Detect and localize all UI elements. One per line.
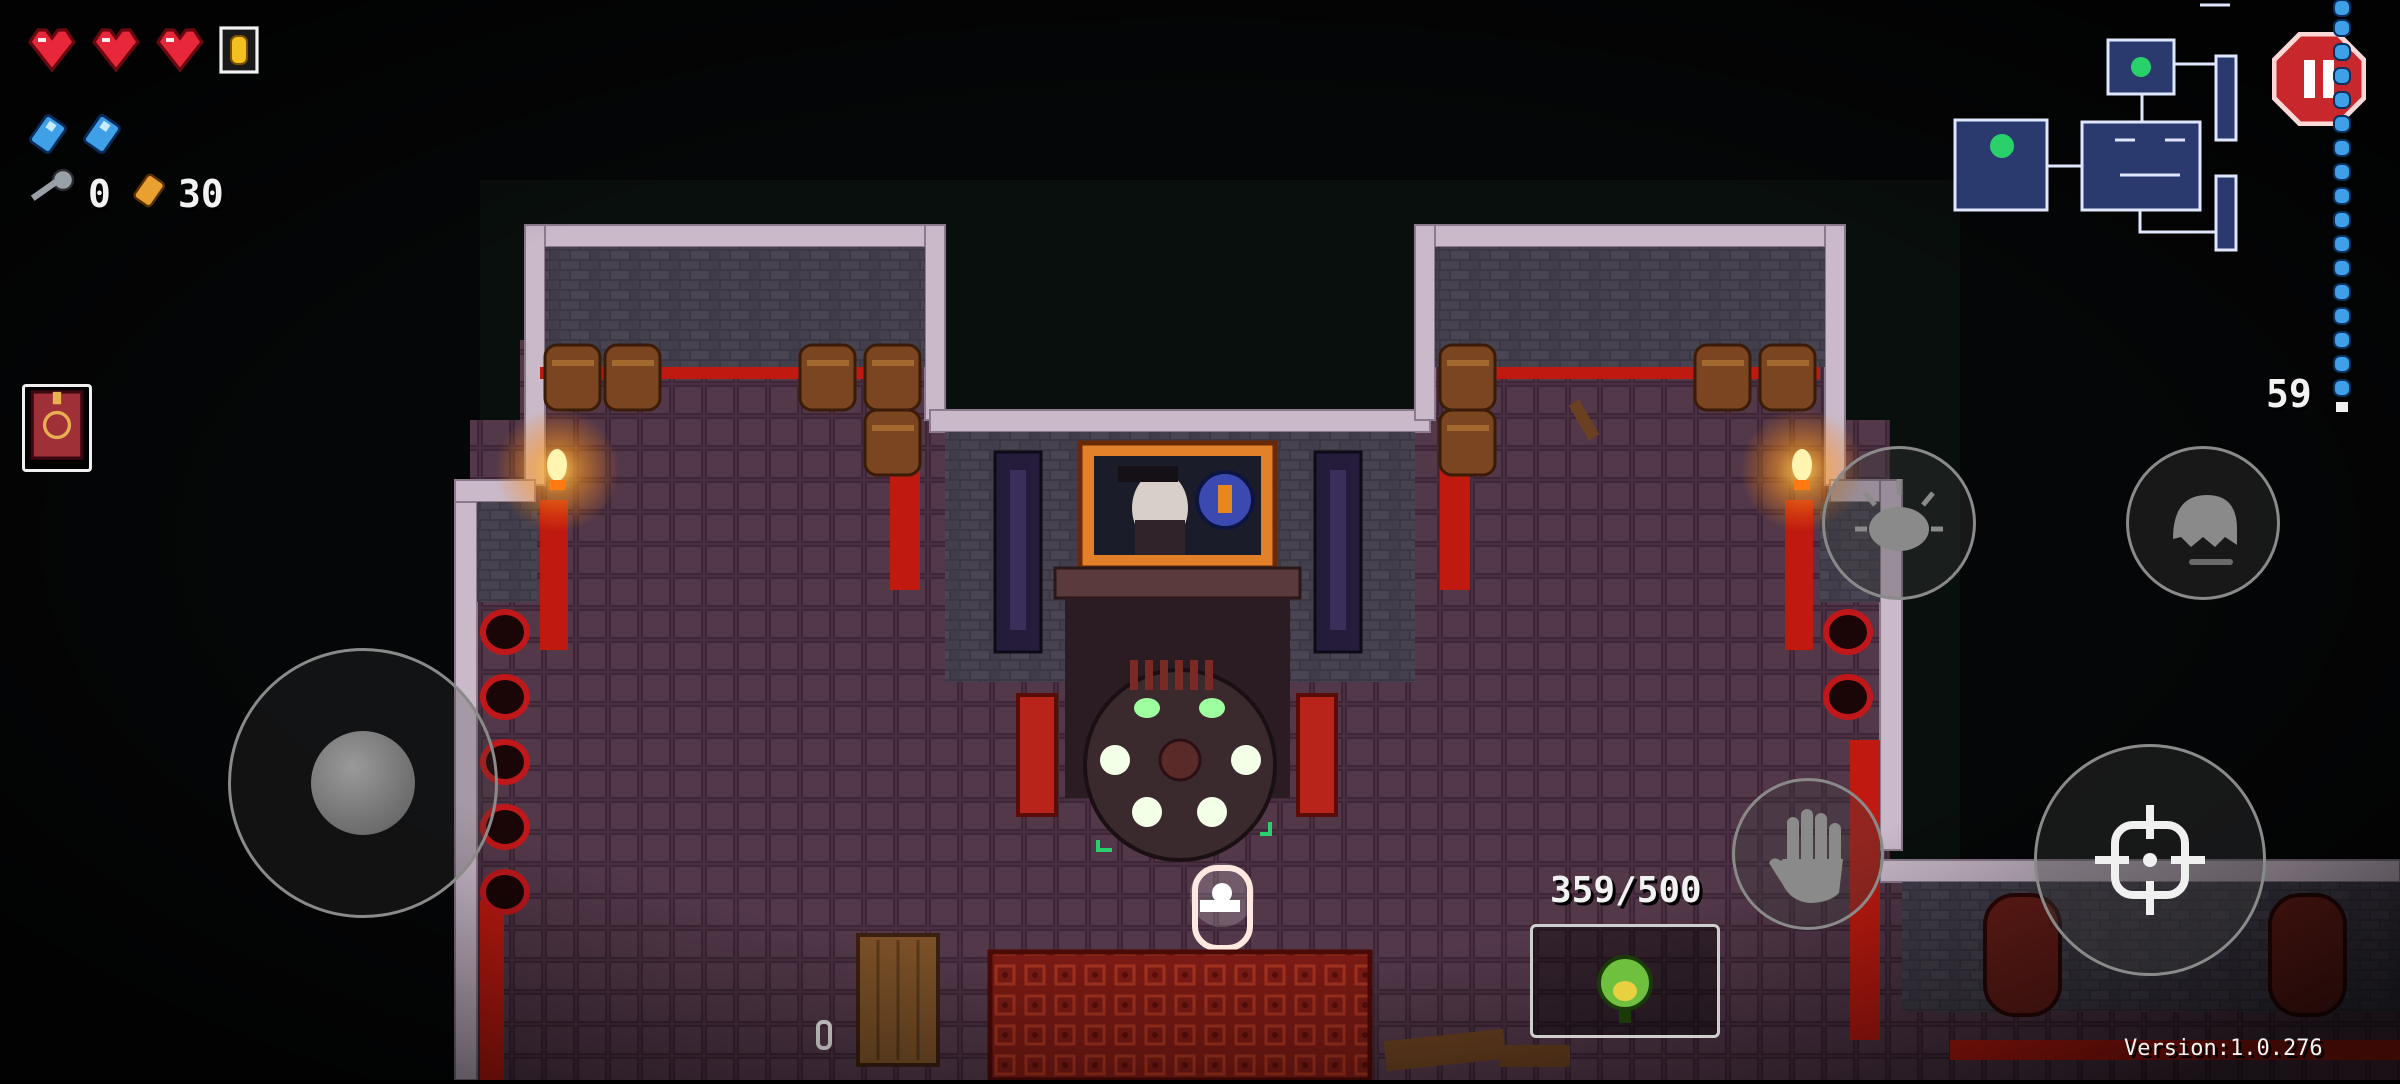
version-label: Version:1.0.276	[2124, 1036, 2323, 1061]
fire-aim-button[interactable]	[2034, 744, 2266, 976]
shells-count: 30	[178, 172, 224, 216]
key-icon	[30, 168, 75, 201]
ghost-icon	[2173, 495, 2237, 565]
book-icon	[30, 390, 84, 460]
ammo-pips	[2330, 0, 2354, 420]
blanks-row	[28, 114, 122, 154]
armor-icon	[219, 26, 259, 74]
movement-joystick[interactable]	[228, 648, 498, 918]
crosshair-icon	[2095, 805, 2205, 915]
current-gun-slot[interactable]	[1530, 924, 1720, 1038]
frog-gun-icon	[1597, 955, 1653, 1023]
health-bar	[26, 26, 260, 74]
active-item-slot[interactable]	[22, 384, 92, 472]
minimap[interactable]	[1950, 0, 2240, 260]
heart-icon	[28, 28, 76, 73]
hand-icon	[1769, 809, 1843, 903]
blank-icon	[29, 114, 67, 154]
dodge-roll-button[interactable]	[2126, 446, 2280, 600]
ammo-ratio-label: 359/500	[1550, 870, 1702, 911]
keys-count: 0	[88, 172, 111, 216]
heart-icon	[92, 28, 140, 73]
item-use-button[interactable]	[1822, 446, 1976, 600]
interact-button[interactable]	[1732, 778, 1884, 930]
blank-icon	[83, 114, 121, 154]
heart-icon	[156, 28, 204, 73]
clip-ammo-count: 59	[2266, 372, 2312, 416]
joystick-knob[interactable]	[311, 731, 415, 835]
sparkle-item-icon	[1855, 479, 1943, 551]
shell-currency-icon	[133, 173, 166, 208]
